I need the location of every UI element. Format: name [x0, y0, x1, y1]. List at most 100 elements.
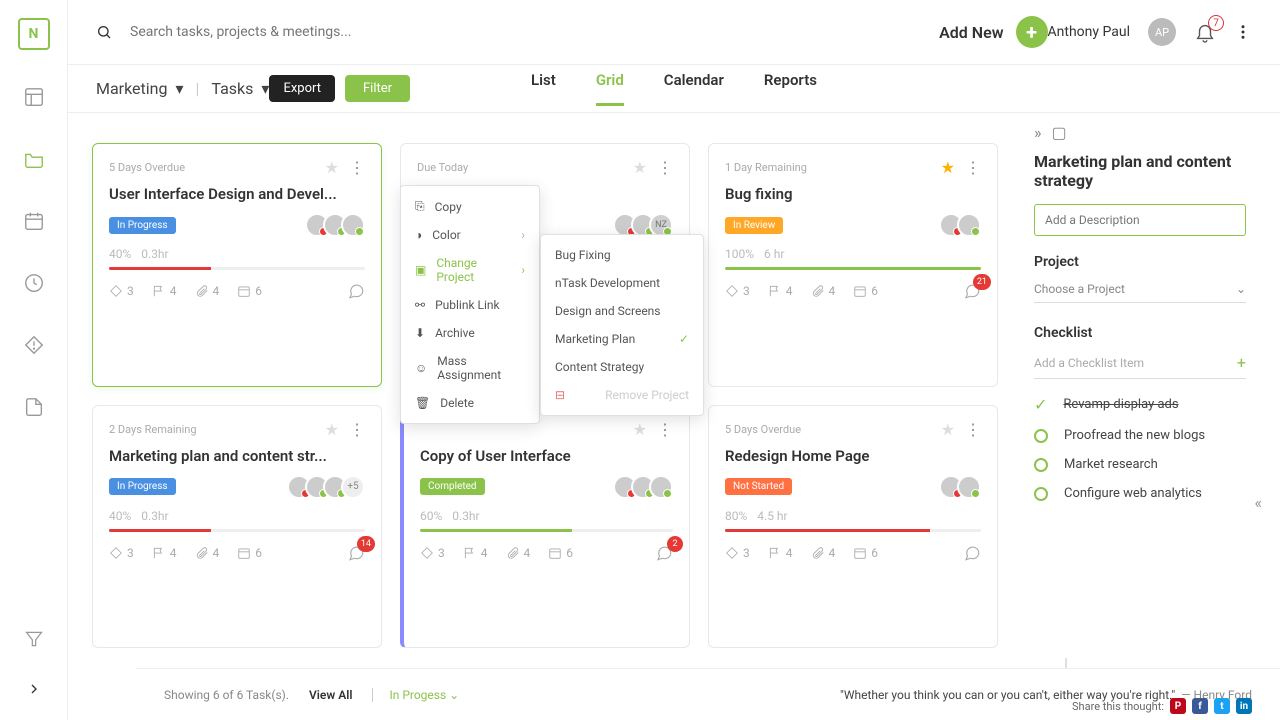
in-progress-filter[interactable]: In Progess ⌄ — [372, 688, 459, 702]
notifications-icon[interactable]: 7 — [1194, 21, 1216, 43]
filter-button[interactable]: Filter — [345, 75, 410, 102]
tab-calendar[interactable]: Calendar — [664, 71, 724, 106]
star-icon[interactable]: ★ — [633, 420, 647, 439]
avatar[interactable] — [957, 213, 981, 237]
comments-icon[interactable]: 2 — [655, 544, 673, 562]
star-icon[interactable]: ★ — [941, 158, 955, 177]
submenu-remove[interactable]: ⊟Remove Project — [541, 381, 703, 409]
task-card[interactable]: 1 Day Remaining★⋮Bug fixingIn Review100%… — [708, 143, 998, 387]
due-label: 1 Day Remaining — [725, 161, 807, 174]
view-all-link[interactable]: View All — [309, 688, 352, 702]
submenu-marketing[interactable]: Marketing Plan✓ — [541, 325, 703, 353]
submenu-content[interactable]: Content Strategy — [541, 353, 703, 381]
nav-dashboard-icon[interactable] — [23, 86, 45, 108]
card-menu-icon[interactable]: ⋮ — [657, 420, 673, 439]
facebook-icon[interactable]: f — [1192, 698, 1208, 714]
remove-icon: ⊟ — [555, 388, 565, 402]
menu-delete[interactable]: 🗑Delete — [401, 389, 539, 417]
search-wrap — [96, 24, 939, 40]
collapse-panel-icon[interactable]: « — [1254, 493, 1262, 512]
card-meta: 3446 — [725, 544, 981, 562]
add-checklist-item[interactable]: Add a Checklist Item+ — [1034, 353, 1246, 379]
star-icon[interactable]: ★ — [633, 158, 647, 177]
menu-public-link[interactable]: ⚯Publink Link — [401, 291, 539, 319]
nav-time-icon[interactable] — [23, 272, 45, 294]
footer: Showing 6 of 6 Task(s). View All In Prog… — [136, 668, 1280, 720]
pinterest-icon[interactable]: P — [1170, 698, 1186, 714]
chevron-down-icon: ⌄ — [1236, 282, 1246, 296]
filter-icon[interactable] — [23, 628, 45, 650]
submenu-design[interactable]: Design and Screens — [541, 297, 703, 325]
nav-issues-icon[interactable] — [23, 334, 45, 356]
card-menu-icon[interactable]: ⋮ — [657, 158, 673, 177]
description-input[interactable] — [1034, 204, 1246, 236]
card-menu-icon[interactable]: ⋮ — [965, 158, 981, 177]
user-avatar[interactable]: AP — [1148, 18, 1176, 46]
submenu-bug-fixing[interactable]: Bug Fixing — [541, 241, 703, 269]
menu-archive[interactable]: ⬇Archive — [401, 319, 539, 347]
meta-attachment: 4 — [811, 546, 836, 560]
task-card[interactable]: 5 Days Overdue★⋮Redesign Home PageNot St… — [708, 405, 998, 649]
linkedin-icon[interactable]: in — [1236, 698, 1252, 714]
card-meta: 344614 — [109, 544, 365, 562]
search-icon[interactable] — [96, 24, 112, 40]
project-section-label: Project — [1034, 254, 1262, 270]
card-title: Marketing plan and content str... — [109, 447, 365, 465]
meta-flag: 4 — [463, 546, 488, 560]
submenu-ntask[interactable]: nTask Development — [541, 269, 703, 297]
card-menu-icon[interactable]: ⋮ — [349, 158, 365, 177]
export-button[interactable]: Export — [269, 75, 335, 102]
card-menu-icon[interactable]: ⋮ — [349, 420, 365, 439]
menu-change-project[interactable]: ▣Change Project› — [401, 249, 539, 291]
avatar[interactable] — [957, 475, 981, 499]
open-window-icon[interactable]: ▢ — [1052, 123, 1067, 142]
add-new-button[interactable]: Add New + — [939, 16, 1047, 48]
breadcrumb-project[interactable]: Marketing▾ — [96, 79, 184, 98]
nav-calendar-icon[interactable] — [23, 210, 45, 232]
card-menu-icon[interactable]: ⋮ — [965, 420, 981, 439]
avatar-more[interactable]: +5 — [341, 475, 365, 499]
comments-icon[interactable]: 14 — [347, 544, 365, 562]
avatar[interactable] — [649, 475, 673, 499]
task-card[interactable]: 2 Days Remaining★⋮Marketing plan and con… — [92, 405, 382, 649]
app-logo[interactable] — [18, 18, 50, 50]
tab-list[interactable]: List — [531, 71, 556, 106]
progress-hrs: 0.3hr — [141, 247, 168, 261]
checklist-item[interactable]: Market research — [1034, 457, 1262, 472]
task-card[interactable]: 5 Days Overdue★⋮User Interface Design an… — [92, 143, 382, 387]
comments-icon[interactable] — [963, 544, 981, 562]
breadcrumb-view[interactable]: Tasks▾ — [211, 79, 269, 98]
star-icon[interactable]: ★ — [941, 420, 955, 439]
menu-copy[interactable]: ⎘Copy — [401, 192, 539, 221]
menu-color[interactable]: ◑Color› — [401, 221, 539, 249]
nav-icons — [23, 86, 45, 418]
star-icon[interactable]: ★ — [325, 158, 339, 177]
tab-reports[interactable]: Reports — [764, 71, 817, 106]
expand-sidebar-icon[interactable] — [23, 678, 45, 700]
task-card[interactable]: ★⋮Copy of User InterfaceCompleted60%0.3h… — [400, 405, 690, 649]
menu-mass-assignment[interactable]: ☺Mass Assignment — [401, 347, 539, 389]
checklist-item[interactable]: Configure web analytics — [1034, 486, 1262, 501]
comment-count: 21 — [973, 274, 991, 290]
checklist-item[interactable]: Proofread the new blogs — [1034, 428, 1262, 443]
more-menu-icon[interactable] — [1234, 23, 1252, 41]
project-select[interactable]: Choose a Project⌄ — [1034, 282, 1246, 303]
expand-panel-icon[interactable]: » — [1034, 123, 1042, 142]
nav-reports-icon[interactable] — [23, 396, 45, 418]
comments-icon[interactable] — [347, 282, 365, 300]
meta-flag: 4 — [768, 284, 793, 298]
avatar[interactable] — [341, 213, 365, 237]
progress-bar — [109, 529, 365, 532]
nav-projects-icon[interactable] — [23, 148, 45, 170]
search-input[interactable] — [130, 24, 430, 40]
twitter-icon[interactable]: t — [1214, 698, 1230, 714]
card-title: User Interface Design and Devel... — [109, 185, 365, 203]
checklist-text: Proofread the new blogs — [1064, 428, 1205, 443]
star-icon[interactable]: ★ — [325, 420, 339, 439]
user-name[interactable]: Anthony Paul — [1048, 24, 1130, 40]
view-tabs: List Grid Calendar Reports — [531, 71, 817, 106]
tab-grid[interactable]: Grid — [596, 71, 624, 106]
comments-icon[interactable]: 21 — [963, 282, 981, 300]
progress-pct: 40% — [109, 509, 131, 523]
checklist-item[interactable]: ✓Revamp display ads — [1034, 395, 1262, 414]
